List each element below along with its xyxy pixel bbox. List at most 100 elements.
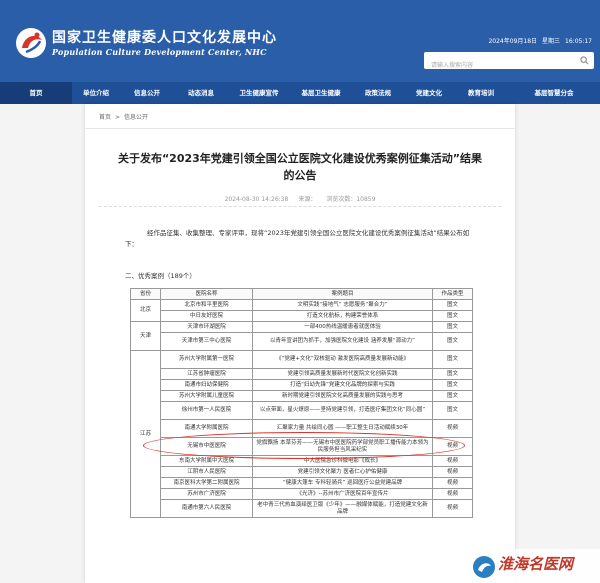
title-cell: 老中青三代热血演绎医卫版《少年》——融媒体赋能，打造党建文化新品牌 <box>252 499 433 518</box>
type-cell: 图文 <box>432 401 473 420</box>
type-cell: 图文 <box>432 321 473 333</box>
type-cell: 视频 <box>432 419 473 438</box>
date-display: 2024年09月18日 星期三 16:05:17 <box>483 36 592 45</box>
type-cell: 图文 <box>432 332 473 351</box>
hospital-cell: 南通市妇幼保健院 <box>160 379 253 391</box>
type-cell: 图文 <box>432 350 473 369</box>
title-cell: 文明实践“接地气” 志愿服务“聚合力” <box>252 299 433 311</box>
logo-icon[interactable] <box>14 26 48 60</box>
search-input[interactable] <box>424 57 574 74</box>
article-meta: 2024-08-30 14:26:38 来源： 浏览次数：10859 <box>85 194 515 203</box>
title-cell: 以青年宣讲团为抓手，加强医院文化建设 涵养发展“源动力” <box>252 332 433 351</box>
nav-item-health-promo[interactable]: 卫生健康宣传 <box>228 82 290 104</box>
type-cell: 图文 <box>432 310 473 322</box>
title-cell: 一部400热线温暖患者就医体验 <box>252 321 433 333</box>
table-row: 南通市第六人民医院 老中青三代热血演绎医卫版《少年》——融媒体赋能，打造党建文化新… <box>131 499 473 518</box>
hospital-cell: 南京医科大学第二附属医院 <box>160 477 253 489</box>
table-row: 中日友好医院 打造文化航标，构建荣誉体系 图文 <box>131 310 473 322</box>
site-header: 国家卫生健康委人口文化发展中心 Population Culture Devel… <box>0 0 600 82</box>
article-title: 关于发布“2023年党建引领全国公立医院文化建设优秀案例征集活动”结果的公告 <box>117 152 483 182</box>
table-row: 苏州大学附属儿童医院 新时期党建引领医院文化高质量发展的实践与思考 图文 <box>131 390 473 402</box>
hospital-cell: 江苏省肿瘤医院 <box>160 368 253 380</box>
page-background-right <box>515 104 600 583</box>
title-cell: 新时期党建引领医院文化高质量发展的实践与思考 <box>252 390 433 402</box>
nav-item-party[interactable]: 党建文化 <box>404 82 454 104</box>
nav-item-grassroots[interactable]: 基层卫生健康 <box>290 82 352 104</box>
title-cell: 打造文化航标，构建荣誉体系 <box>252 310 433 322</box>
province-cell: 北京 <box>130 299 161 322</box>
view-count: 浏览次数：10859 <box>326 196 376 203</box>
hospital-cell: 北京市和平里医院 <box>160 299 253 311</box>
nav-item-training[interactable]: 教育培训 <box>454 82 508 104</box>
nav-item-info[interactable]: 信息公开 <box>120 82 174 104</box>
weekday-text: 星期三 <box>542 38 561 45</box>
breadcrumb: 首页 > 信息公开 <box>99 112 148 121</box>
type-cell: 图文 <box>432 368 473 380</box>
title-cell: 以点带面，星火燎原——坚持党建引领，打造医疗集团文化“同心圆” <box>252 401 433 420</box>
site-title[interactable]: 国家卫生健康委人口文化发展中心 <box>52 27 277 47</box>
title-cell: “健康大篷车 专科轻骑兵” 巡回医疗公益党建品牌 <box>252 477 433 489</box>
title-cell: 《光济》--苏州市广济医院百年宣传片 <box>252 488 433 500</box>
type-cell: 视频 <box>432 455 473 467</box>
source-label: 来源： <box>298 196 317 203</box>
table-row: 南京医科大学第二附属医院 “健康大篷车 专科轻骑兵” 巡回医疗公益党建品牌 视频 <box>131 477 473 489</box>
nav-item-about[interactable]: 单位介绍 <box>72 82 120 104</box>
table-row: 天津市第三中心医院 以青年宣讲团为抓手，加强医院文化建设 涵养发展“源动力” 图文 <box>131 332 473 351</box>
search-icon[interactable] <box>580 56 589 65</box>
title-cell: 党建引领高质量发展新时代医院文化创新实践 <box>252 368 433 380</box>
hospital-cell: 江阴市人民医院 <box>160 466 253 478</box>
section-heading: 二、优秀案例（189个） <box>125 272 196 280</box>
divider <box>99 206 501 207</box>
type-cell: 视频 <box>432 499 473 518</box>
table-row: 江苏 苏州大学附属第一医院 《“党建+文化”双核驱动 激发医院高质量发展新动能》 图文 <box>130 350 473 518</box>
hospital-cell: 苏州大学附属儿童医院 <box>160 390 253 402</box>
watermark-logo-icon <box>473 556 495 578</box>
type-cell: 视频 <box>432 466 473 478</box>
results-table: 省份 医院名称 案例题目 作品类型 北京 北京市和平里医院 文明实践“接地气” 志愿… <box>130 288 473 518</box>
table-row: 天津 天津市环湖医院 一部400热线温暖患者就医体验 图文 <box>130 321 473 351</box>
date-text: 2024年09月18日 <box>488 38 538 45</box>
type-cell: 视频 <box>432 477 473 489</box>
divider <box>85 128 515 129</box>
watermark: 淮海名医网 <box>470 549 600 583</box>
hospital-cell: 天津市第三中心医院 <box>160 332 253 351</box>
nav-item-policy[interactable]: 政策法规 <box>352 82 404 104</box>
search-box <box>424 52 594 74</box>
table-row: 江阴市人民医院 党建引领文化聚力 医者仁心护佑健康 视频 <box>131 466 473 478</box>
column-header: 省份 <box>130 288 161 300</box>
main-nav: 首页 单位介绍 信息公开 动态消息 卫生健康宣传 基层卫生健康 政策法规 党建文… <box>0 82 600 104</box>
breadcrumb-home[interactable]: 首页 <box>99 114 111 121</box>
column-header: 作品类型 <box>432 288 473 300</box>
table-row: 北京 北京市和平里医院 文明实践“接地气” 志愿服务“聚合力” 图文 <box>130 299 473 322</box>
title-cell: 党建引领文化聚力 医者仁心护佑健康 <box>252 466 433 478</box>
type-cell: 视频 <box>432 488 473 500</box>
breadcrumb-separator: > <box>115 114 121 121</box>
province-cell: 江苏 <box>130 350 161 518</box>
table-body: 北京 北京市和平里医院 文明实践“接地气” 志愿服务“聚合力” 图文 中日友好医院 打造文… <box>130 299 473 518</box>
table-row: 江苏省肿瘤医院 党建引领高质量发展新时代医院文化创新实践 图文 <box>131 368 473 380</box>
publish-time: 2024-08-30 14:26:38 <box>224 196 289 203</box>
column-header: 医院名称 <box>160 288 253 300</box>
breadcrumb-current[interactable]: 信息公开 <box>124 114 148 121</box>
watermark-text: 淮海名医网 <box>498 555 574 573</box>
time-text: 16:05:17 <box>565 38 592 45</box>
nav-item-home[interactable]: 首页 <box>0 82 72 104</box>
type-cell: 图文 <box>432 379 473 391</box>
title-cell: 《“党建+文化”双核驱动 激发医院高质量发展新动能》 <box>252 350 433 369</box>
table-header-row: 省份 医院名称 案例题目 作品类型 <box>130 288 473 300</box>
hospital-cell: 苏州市广济医院 <box>160 488 253 500</box>
type-cell: 图文 <box>432 299 473 311</box>
hospital-cell: 徐州市第一人民医院 <box>160 401 253 420</box>
hospital-cell: 南通市第六人民医院 <box>160 499 253 518</box>
highlight-circle <box>143 432 465 459</box>
hospital-cell: 中日友好医院 <box>160 310 253 322</box>
title-cell: 打造“妇幼先锋”党建文化品牌的探索与实践 <box>252 379 433 391</box>
hospital-cell: 天津市环湖医院 <box>160 321 253 333</box>
page-background-left <box>0 104 85 583</box>
hospital-cell: 苏州大学附属第一医院 <box>160 350 253 369</box>
type-cell: 图文 <box>432 390 473 402</box>
site-subtitle: Population Culture Development Center, N… <box>52 47 267 57</box>
nav-item-smart-branch[interactable]: 基层智慧分会 <box>508 82 600 104</box>
province-cell: 天津 <box>130 321 161 351</box>
nav-item-news[interactable]: 动态消息 <box>174 82 228 104</box>
